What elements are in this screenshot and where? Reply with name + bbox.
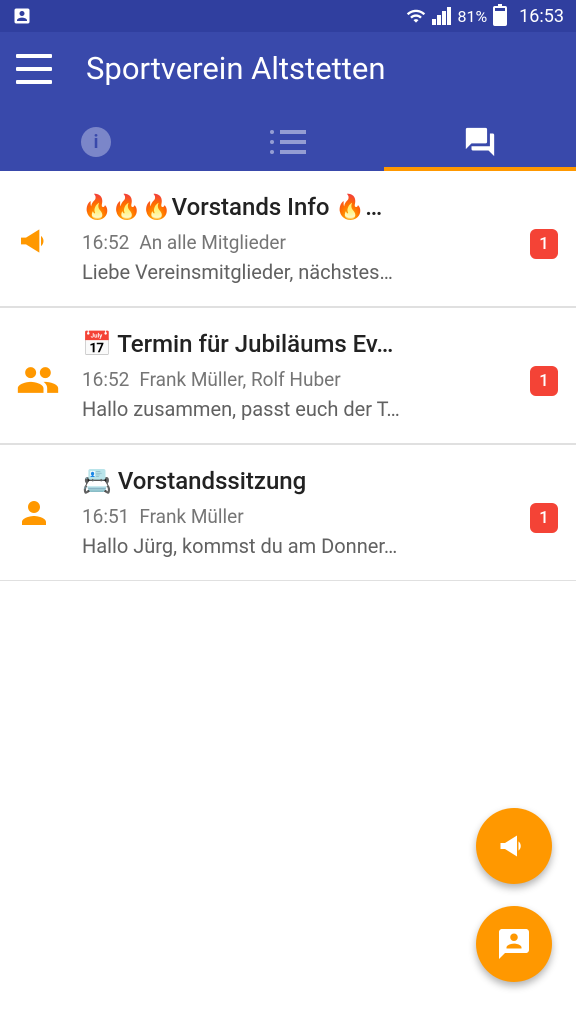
tab-info[interactable]: i <box>0 127 192 157</box>
list-item[interactable]: 📅 Termin für Jubiläums Ev… 16:52 Frank M… <box>0 307 576 444</box>
conversation-list: 🔥🔥🔥Vorstands Info 🔥… 16:52 An alle Mitgl… <box>0 171 576 581</box>
clock-time: 16:53 <box>519 6 564 27</box>
conversation-body: 📇 Vorstandssitzung 16:51 Frank Müller Ha… <box>82 467 522 558</box>
conversation-time: 16:52 <box>82 231 129 254</box>
tab-chat[interactable] <box>384 125 576 159</box>
conversation-time: 16:52 <box>82 368 129 391</box>
app-header: Sportverein Altstetten i <box>0 32 576 171</box>
status-left <box>12 6 32 26</box>
megaphone-icon <box>496 828 532 864</box>
status-right: 81% 16:53 <box>406 6 564 27</box>
unread-badge: 1 <box>530 229 558 259</box>
conversation-preview: Liebe Vereinsmitglieder, nächstes… <box>82 260 522 284</box>
status-bar: 81% 16:53 <box>0 0 576 32</box>
info-icon: i <box>81 127 111 157</box>
list-item[interactable]: 📇 Vorstandssitzung 16:51 Frank Müller Ha… <box>0 444 576 581</box>
group-icon <box>16 330 82 402</box>
conversation-meta: 16:51 Frank Müller <box>82 505 522 528</box>
battery-percent: 81% <box>457 7 487 26</box>
conversation-preview: Hallo zusammen, passt euch der T… <box>82 397 522 421</box>
title-row: Sportverein Altstetten <box>0 32 576 115</box>
contact-card-icon <box>12 6 32 26</box>
tab-list[interactable] <box>192 130 384 154</box>
fab-new-message-button[interactable] <box>476 906 552 982</box>
wifi-icon <box>406 6 426 26</box>
conversation-participants: Frank Müller, Rolf Huber <box>139 368 340 391</box>
unread-badge: 1 <box>530 503 558 533</box>
cell-signal-icon <box>432 7 451 25</box>
megaphone-icon <box>16 193 82 261</box>
conversation-meta: 16:52 Frank Müller, Rolf Huber <box>82 368 522 391</box>
conversation-body: 📅 Termin für Jubiläums Ev… 16:52 Frank M… <box>82 330 522 421</box>
conversation-meta: 16:52 An alle Mitglieder <box>82 231 522 254</box>
chat-bubbles-icon <box>463 125 497 159</box>
list-item[interactable]: 🔥🔥🔥Vorstands Info 🔥… 16:52 An alle Mitgl… <box>0 171 576 307</box>
conversation-body: 🔥🔥🔥Vorstands Info 🔥… 16:52 An alle Mitgl… <box>82 193 522 284</box>
tabs: i <box>0 115 576 171</box>
conversation-preview: Hallo Jürg, kommst du am Donner… <box>82 534 522 558</box>
unread-badge: 1 <box>530 366 558 396</box>
conversation-title: 🔥🔥🔥Vorstands Info 🔥… <box>82 193 522 221</box>
conversation-participants: Frank Müller <box>139 505 243 528</box>
list-icon <box>270 130 306 154</box>
menu-button[interactable] <box>16 54 52 84</box>
conversation-title: 📇 Vorstandssitzung <box>82 467 522 495</box>
conversation-title: 📅 Termin für Jubiläums Ev… <box>82 330 522 358</box>
contact-chat-icon <box>496 926 532 962</box>
conversation-time: 16:51 <box>82 505 129 528</box>
fab-broadcast-button[interactable] <box>476 808 552 884</box>
conversation-participants: An alle Mitglieder <box>139 231 286 254</box>
battery-icon <box>493 6 507 26</box>
person-icon <box>16 467 82 531</box>
page-title: Sportverein Altstetten <box>86 50 385 87</box>
